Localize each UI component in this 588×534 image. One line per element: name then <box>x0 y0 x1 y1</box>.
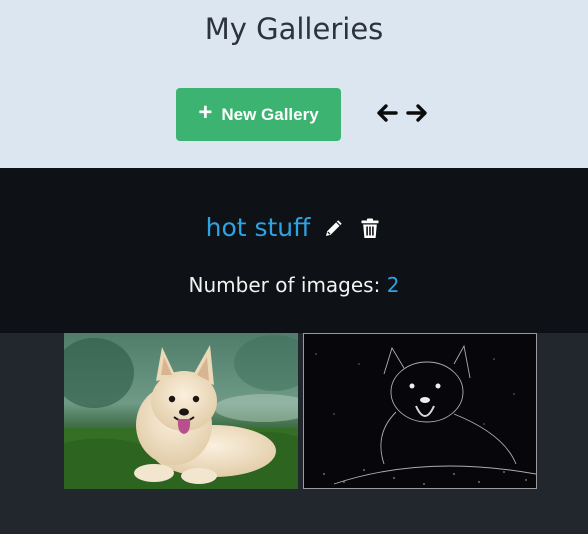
arrow-right-icon[interactable] <box>405 101 429 125</box>
pencil-icon[interactable] <box>322 216 346 240</box>
new-gallery-label: New Gallery <box>221 104 319 124</box>
dog-photo <box>64 333 298 489</box>
image-count-value: 2 <box>386 273 400 297</box>
image-count-label: Number of images: <box>188 273 381 297</box>
header: My Galleries + New Gallery <box>0 0 588 168</box>
new-gallery-button[interactable]: + New Gallery <box>176 88 341 141</box>
gallery-title-row: hot stuff <box>0 213 588 242</box>
gallery-image-1[interactable] <box>64 333 298 489</box>
pagination-arrows <box>375 101 429 125</box>
gallery-card <box>0 168 588 333</box>
dog-photo-edge-filtered <box>304 334 536 488</box>
image-count: Number of images: 2 <box>0 273 588 297</box>
trash-icon[interactable] <box>358 216 382 240</box>
page-title: My Galleries <box>204 12 384 46</box>
plus-icon: + <box>198 99 213 126</box>
gallery-name-link[interactable]: hot stuff <box>206 213 311 242</box>
gallery-image-2[interactable] <box>303 333 537 489</box>
arrow-left-icon[interactable] <box>375 101 399 125</box>
